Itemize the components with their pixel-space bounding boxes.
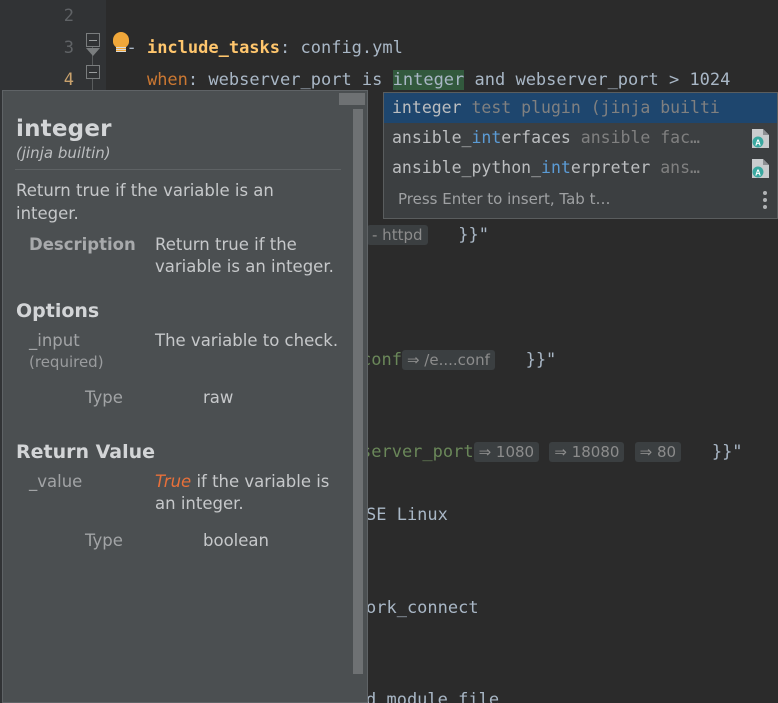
code-token: ork_connect xyxy=(366,598,479,618)
doc-horizontal-scrollbar[interactable] xyxy=(3,91,367,107)
code-completion-popup[interactable]: integer test plugin (jinja builti ansible… xyxy=(383,92,778,219)
inlay-hint-chip[interactable]: - httpd xyxy=(367,225,428,245)
code-token: : xyxy=(280,38,301,58)
completion-hint-text: Press Enter to insert, Tab t… xyxy=(398,190,611,208)
doc-option-name-text: _input xyxy=(29,330,80,350)
doc-return-type-row: Type boolean xyxy=(85,529,367,554)
code-line[interactable]: SE Linux xyxy=(366,499,778,531)
completion-name-prefix: ansible_ xyxy=(392,128,472,147)
doc-option-required: (required) xyxy=(29,352,104,371)
code-token: SE Linux xyxy=(366,505,448,525)
doc-option-row: _input (required) The variable to check. xyxy=(15,328,341,380)
doc-return-description: True if the variable is an integer. xyxy=(155,469,341,523)
completion-item[interactable]: integer test plugin (jinja builti xyxy=(384,93,777,123)
doc-option-type-value: raw xyxy=(203,387,234,407)
code-token: - xyxy=(106,38,147,58)
code-token: config.yml xyxy=(300,38,403,58)
doc-summary: Return true if the variable is an intege… xyxy=(16,181,274,223)
ansible-plugin-icon: A xyxy=(751,158,770,179)
doc-options-table: _input (required) The variable to check. xyxy=(15,328,341,380)
completion-name-match: int xyxy=(541,158,571,177)
doc-option-type-table: Type raw xyxy=(85,386,367,411)
doc-return-type-label: Type xyxy=(85,531,123,551)
doc-description-table: Description Return true if the variable … xyxy=(15,232,341,286)
code-token: }}" xyxy=(437,225,489,245)
ansible-plugin-icon: A xyxy=(751,128,770,149)
completion-name-match: int xyxy=(471,128,502,147)
completion-item-name: integer xyxy=(392,98,462,117)
completion-name-prefix: int xyxy=(392,98,422,117)
completion-hint-bar: Press Enter to insert, Tab t… xyxy=(384,183,777,215)
code-token: integer xyxy=(392,70,465,90)
completion-item[interactable]: ansible_python_interpreter ans… A xyxy=(384,153,777,183)
doc-horizontal-scroll-thumb[interactable] xyxy=(339,93,365,105)
doc-return-name: _value xyxy=(29,471,83,491)
doc-title: integer xyxy=(16,116,112,142)
doc-return-heading: Return Value xyxy=(16,440,156,463)
completion-name-suffix: erpreter xyxy=(570,158,651,177)
completion-item[interactable]: ansible_interfaces ansible fac… A xyxy=(384,123,777,153)
line-content: - include_tasks: config.yml xyxy=(106,32,403,64)
more-options-icon[interactable] xyxy=(763,191,767,209)
inlay-hint-chip[interactable]: ⇒ /e....conf xyxy=(401,350,495,370)
doc-vertical-scrollbar[interactable] xyxy=(353,109,363,674)
code-token: : xyxy=(187,70,209,90)
completion-item-tail: test plugin (jinja builti xyxy=(461,98,720,117)
line-number: 2 xyxy=(63,6,74,26)
code-token: include_tasks xyxy=(146,38,281,58)
completion-list[interactable]: integer test plugin (jinja builti ansible… xyxy=(384,93,777,183)
code-line[interactable]: - httpd }}" xyxy=(367,219,778,251)
doc-subtitle: (jinja builtin) xyxy=(16,144,111,162)
completion-item-tail: ans… xyxy=(650,158,700,177)
doc-return-literal-true: True xyxy=(155,471,192,491)
doc-option-type-row: Type raw xyxy=(85,386,367,411)
completion-name-prefix: ansible_python_ xyxy=(392,158,542,177)
code-line[interactable]: conf ⇒ /e....conf }}" xyxy=(361,344,778,376)
svg-text:A: A xyxy=(755,169,761,178)
code-line[interactable]: 3 - include_tasks: config.yml xyxy=(0,32,778,64)
inlay-hint-chip[interactable]: ⇒ 80 xyxy=(634,442,682,462)
doc-divider xyxy=(15,169,341,170)
code-token: webserver_port is xyxy=(208,70,393,90)
completion-item-tail: ansible fac… xyxy=(570,128,700,147)
code-line[interactable]: ork_connect xyxy=(366,592,778,624)
doc-return-table: _value True if the variable is an intege… xyxy=(15,469,341,523)
code-token: and webserver_port > 1024 xyxy=(464,70,731,90)
line-number: 3 xyxy=(63,38,74,58)
completion-item-name: ansible_python_interpreter xyxy=(392,158,650,177)
doc-return-type-table: Type boolean xyxy=(85,529,367,554)
code-token: when xyxy=(146,70,188,90)
svg-text:A: A xyxy=(755,139,761,148)
code-line[interactable]: d module file xyxy=(366,684,778,703)
documentation-popup[interactable]: integer (jinja builtin) Return true if t… xyxy=(2,90,368,703)
inlay-hint-chip[interactable]: ⇒ 18080 xyxy=(549,442,625,462)
inlay-hint-chip[interactable]: ⇒ 1080 xyxy=(473,442,540,462)
ide-screen: 23 - include_tasks: config.yml 4 when: we… xyxy=(0,0,778,703)
completion-name-suffix: erfaces xyxy=(501,128,571,147)
code-token: d module file xyxy=(366,690,500,703)
doc-option-name: _input (required) xyxy=(15,328,155,380)
doc-description-label: Description xyxy=(29,234,136,254)
doc-return-row: _value True if the variable is an intege… xyxy=(15,469,341,523)
doc-option-description: The variable to check. xyxy=(155,330,339,350)
completion-name-suffix: eger xyxy=(421,98,462,117)
doc-return-type-value: boolean xyxy=(203,531,269,551)
code-token: }}" xyxy=(691,442,743,462)
code-line[interactable]: 2 xyxy=(0,0,778,32)
doc-content: integer (jinja builtin) Return true if t… xyxy=(3,107,367,702)
doc-options-heading: Options xyxy=(16,299,100,322)
doc-description-value: Return true if the variable is an intege… xyxy=(155,234,334,276)
doc-description-row: Description Return true if the variable … xyxy=(15,232,341,286)
code-line[interactable]: server_port ⇒ 1080 ⇒ 18080 ⇒ 80 }}" xyxy=(361,436,778,468)
code-token: server_port xyxy=(361,442,474,462)
doc-option-type-label: Type xyxy=(85,387,123,407)
code-token: }}" xyxy=(505,350,557,370)
completion-item-name: ansible_interfaces xyxy=(392,128,571,147)
